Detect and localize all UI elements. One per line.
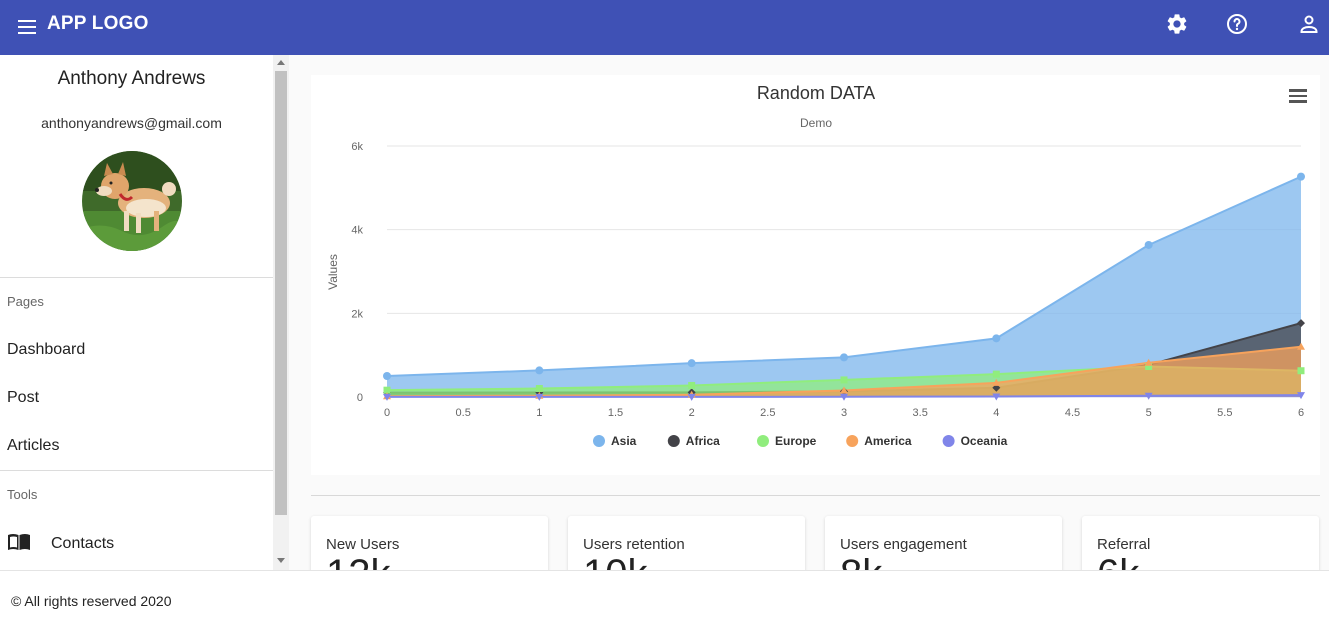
sidebar-item-dashboard[interactable]: Dashboard — [7, 341, 85, 359]
chart-title: Random DATA — [757, 83, 875, 103]
sidebar-divider — [0, 470, 273, 471]
section-title-tools: Tools — [7, 487, 38, 502]
x-tick-label: 3.5 — [913, 407, 928, 419]
legend-item-asia[interactable]: Asia — [593, 434, 637, 448]
stat-value: 8k — [840, 552, 882, 570]
x-tick-label: 1 — [536, 407, 542, 419]
stat-title: Referral — [1097, 536, 1151, 553]
stat-card-new-users[interactable]: New Users 12k 5% — [311, 516, 548, 570]
chart-menu-icon[interactable] — [1289, 89, 1307, 105]
legend-label: Europe — [775, 434, 817, 448]
chart-card: Random DATA Demo Values 0 2k 4k 6k 0 0.5 1 1.5 2… — [311, 75, 1320, 475]
data-point-asia[interactable] — [1144, 240, 1153, 249]
data-point-asia[interactable] — [840, 353, 848, 362]
account-icon[interactable] — [1297, 12, 1321, 36]
x-tick-label: 2.5 — [760, 407, 775, 419]
sidebar: Anthony Andrews anthonyandrews@gmail.com — [0, 55, 289, 570]
footer: © All rights reserved 2020 — [0, 570, 1329, 624]
stat-card-users-engagement[interactable]: Users engagement 8k 3% — [825, 516, 1062, 570]
legend-item-africa[interactable]: Africa — [667, 434, 720, 448]
legend-item-america[interactable]: America — [846, 434, 912, 448]
legend-label: Asia — [611, 434, 637, 448]
scroll-thumb[interactable] — [275, 71, 287, 515]
stat-title: Users engagement — [840, 536, 967, 553]
area-chart: Random DATA Demo Values 0 2k 4k 6k 0 0.5 1 1.5 2… — [326, 83, 1305, 448]
menu-icon[interactable] — [15, 15, 39, 39]
sidebar-content: Anthony Andrews anthonyandrews@gmail.com — [0, 55, 273, 570]
stat-value: 10k — [583, 552, 648, 570]
section-title-pages: Pages — [7, 294, 44, 309]
data-point-asia[interactable] — [992, 334, 1001, 343]
sidebar-item-post[interactable]: Post — [7, 389, 39, 407]
stat-card-users-retention[interactable]: Users retention 10k 4% — [568, 516, 805, 570]
stat-title: New Users — [326, 536, 400, 553]
x-tick-label: 0 — [384, 407, 390, 419]
sidebar-item-articles[interactable]: Articles — [7, 437, 59, 455]
x-tick-label: 2 — [689, 407, 695, 419]
y-tick-label: 0 — [357, 392, 363, 404]
footer-copyright: © All rights reserved 2020 — [11, 593, 172, 609]
data-point-europe[interactable] — [688, 381, 696, 389]
legend-marker — [593, 435, 605, 447]
legend-marker — [667, 435, 680, 447]
app-logo[interactable]: APP LOGO — [47, 13, 149, 35]
chart-subtitle: Demo — [800, 116, 832, 130]
y-tick-label: 6k — [351, 141, 363, 153]
help-icon[interactable] — [1225, 12, 1249, 36]
x-tick-label: 1.5 — [608, 407, 623, 419]
x-tick-label: 4.5 — [1065, 407, 1080, 419]
main-content: Random DATA Demo Values 0 2k 4k 6k 0 0.5 1 1.5 2… — [289, 55, 1329, 570]
sidebar-divider — [0, 277, 273, 278]
data-point-asia[interactable] — [535, 366, 544, 375]
stat-value: 12k — [326, 552, 391, 570]
legend-marker — [757, 435, 769, 447]
y-axis-label: Values — [326, 254, 340, 290]
sidebar-scrollbar[interactable] — [273, 55, 289, 570]
book-icon — [7, 532, 31, 557]
data-point-europe[interactable] — [992, 370, 1000, 378]
legend-label: America — [864, 434, 912, 448]
stat-value: 6k — [1097, 552, 1139, 570]
data-point-europe[interactable] — [1297, 367, 1305, 375]
data-point-asia[interactable] — [383, 371, 391, 380]
top-app-bar: APP LOGO — [0, 0, 1329, 55]
settings-icon[interactable] — [1165, 12, 1189, 36]
data-point-europe[interactable] — [535, 385, 543, 393]
sidebar-item-contacts[interactable]: Contacts — [7, 532, 114, 556]
scroll-down-icon[interactable] — [277, 558, 285, 563]
x-tick-label: 5.5 — [1217, 407, 1232, 419]
data-point-europe[interactable] — [840, 376, 848, 384]
avatar[interactable] — [82, 151, 182, 251]
profile-name: Anthony Andrews — [57, 68, 206, 89]
profile-email: anthonyandrews@gmail.com — [41, 115, 222, 131]
x-tick-label: 3 — [841, 407, 847, 419]
legend-label: Oceania — [961, 434, 1008, 448]
x-tick-label: 5 — [1146, 407, 1152, 419]
legend-marker — [942, 435, 955, 447]
stat-card-referral[interactable]: Referral 6k 2% — [1082, 516, 1319, 570]
legend-item-oceania[interactable]: Oceania — [942, 434, 1008, 448]
x-tick-label: 0.5 — [456, 407, 471, 419]
scroll-up-icon[interactable] — [277, 60, 285, 65]
data-point-asia[interactable] — [687, 359, 696, 368]
section-divider — [311, 495, 1320, 496]
y-tick-label: 2k — [351, 308, 363, 320]
legend-marker — [846, 435, 859, 447]
x-tick-label: 6 — [1298, 407, 1304, 419]
legend-label: Africa — [686, 434, 720, 448]
legend-item-europe[interactable]: Europe — [757, 434, 817, 448]
y-tick-label: 4k — [351, 225, 363, 237]
data-point-asia[interactable] — [1297, 172, 1305, 181]
stat-title: Users retention — [583, 536, 685, 553]
x-tick-label: 4 — [993, 407, 999, 419]
sidebar-item-label: Contacts — [51, 535, 115, 552]
